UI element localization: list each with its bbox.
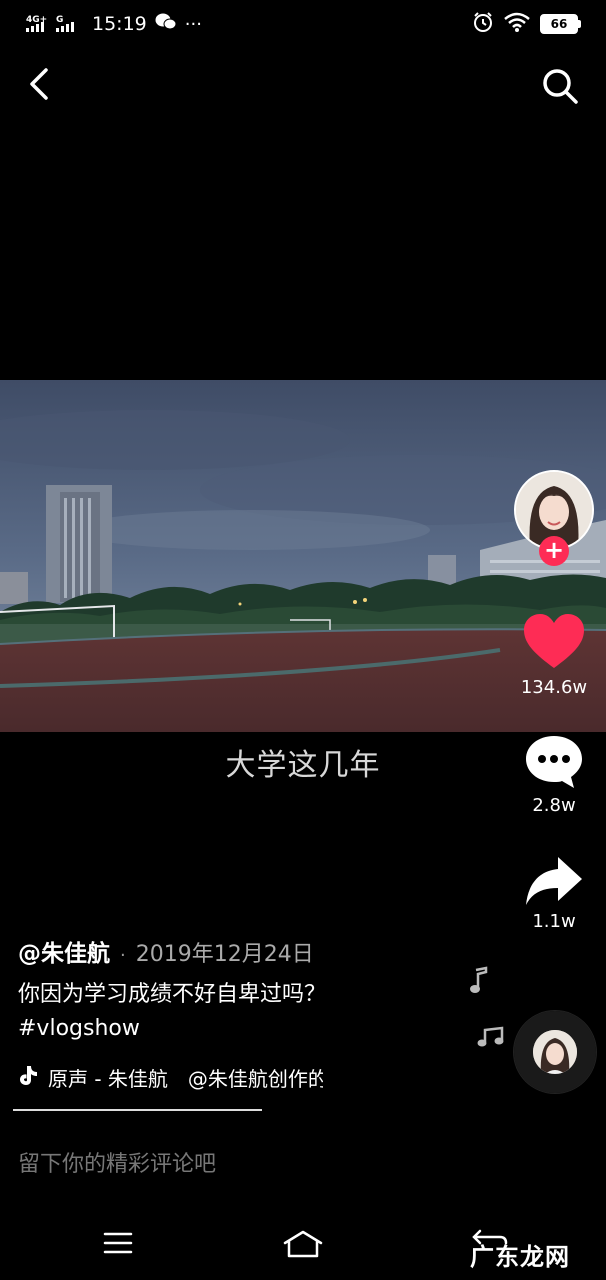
comment-input[interactable]: 留下你的精彩评论吧	[18, 1146, 216, 1178]
music-info[interactable]: 原声 - 朱佳航 @朱佳航创作的原声	[18, 1062, 323, 1092]
svg-text:4G+: 4G+	[26, 15, 47, 25]
battery-indicator: 66	[540, 14, 581, 34]
share-arrow-icon	[526, 857, 582, 905]
status-bar-right: 66	[472, 10, 581, 38]
menu-icon	[103, 1232, 133, 1254]
home-button[interactable]	[282, 1229, 324, 1259]
share-count: 1.1w	[532, 911, 576, 932]
disc-cover-image	[533, 1030, 577, 1074]
like-count: 134.6w	[520, 677, 588, 698]
share-button[interactable]	[524, 855, 584, 907]
status-bar-left: 4G+ G 15:19 ···	[26, 10, 202, 38]
music-title: 原声 - 朱佳航 @朱佳航创作的原声	[48, 1066, 323, 1091]
comment-count: 2.8w	[532, 795, 576, 816]
music-note-icon	[468, 966, 490, 998]
watermark-text: 广东龙网	[470, 1243, 570, 1271]
follow-button[interactable]: +	[539, 536, 569, 566]
home-icon	[283, 1230, 323, 1258]
like-button[interactable]	[522, 612, 586, 670]
search-button[interactable]	[540, 66, 580, 106]
post-description: 你因为学习成绩不好自卑过吗？ #vlogshow	[18, 978, 458, 1046]
wifi-icon	[504, 12, 530, 36]
alarm-icon	[472, 11, 494, 37]
plus-icon: +	[543, 536, 565, 564]
comment-bubble-icon	[526, 736, 582, 788]
wechat-icon	[155, 12, 177, 37]
info-divider	[13, 1109, 262, 1111]
status-more: ···	[184, 13, 202, 35]
heart-icon	[524, 614, 584, 668]
chevron-left-icon	[30, 68, 48, 100]
video-caption: 大学这几年	[225, 748, 381, 783]
svg-text:G: G	[56, 15, 63, 25]
music-notes-icon	[476, 1026, 506, 1052]
meta-separator: ·	[120, 945, 126, 966]
signal-icon: 4G+ G	[26, 13, 84, 35]
post-meta: @朱佳航 · 2019年12月24日	[18, 934, 314, 968]
tiktok-note-icon	[18, 1064, 38, 1091]
author-name[interactable]: @朱佳航	[18, 934, 110, 968]
post-date: 2019年12月24日	[135, 942, 314, 967]
comment-button[interactable]	[524, 732, 584, 790]
hashtag-link[interactable]: #vlogshow	[18, 1012, 458, 1046]
search-icon	[543, 69, 578, 104]
music-disc-button[interactable]	[514, 1011, 596, 1093]
menu-button[interactable]	[103, 1231, 133, 1255]
description-text: 你因为学习成绩不好自卑过吗？	[18, 982, 327, 1007]
status-time: 15:19	[92, 13, 147, 35]
back-button[interactable]	[24, 66, 58, 102]
